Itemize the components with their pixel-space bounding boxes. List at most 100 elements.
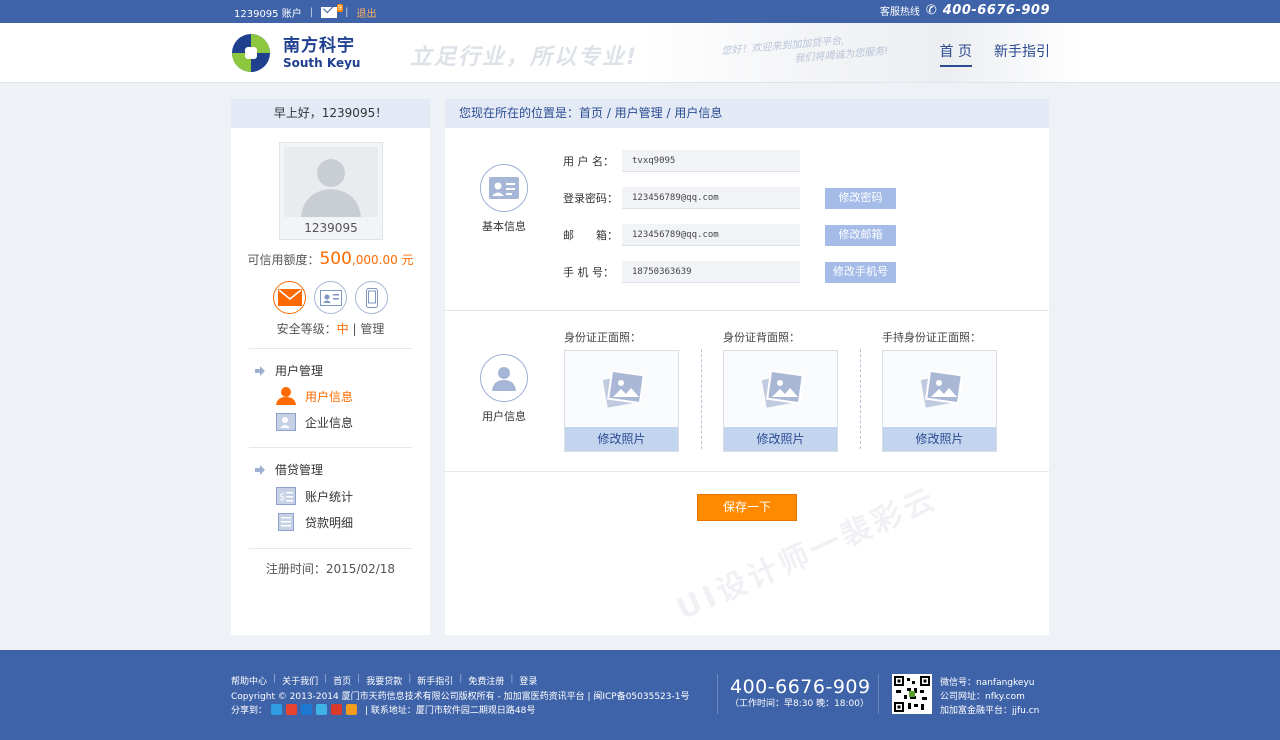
avatar-placeholder-icon [284, 147, 378, 217]
footer-link-help[interactable]: 帮助中心 [231, 674, 267, 687]
menu-group-user-management[interactable]: 用户管理 [255, 362, 323, 379]
top-bar-left: 1239095 账户 | 9 | 退出 [234, 4, 376, 20]
footer-link-home[interactable]: 首页 [333, 674, 351, 687]
user-icon [480, 354, 528, 402]
photo-upload-box[interactable]: 修改照片 [882, 350, 997, 452]
menu-item-account-stats[interactable]: $ 账户统计 [276, 487, 353, 505]
menu-item-label: 账户统计 [305, 489, 354, 504]
footer-link-guide[interactable]: 新手指引 [417, 674, 453, 687]
logo-chinese: 南方科宇 [283, 36, 355, 56]
mail-count-badge: 9 [336, 4, 344, 12]
nav-beginner-guide[interactable]: 新手指引 [994, 41, 1050, 67]
main-panel: 您现在所在的位置是：首页 / 用户管理 / 用户信息 基本信息 用 户 名： t… [445, 99, 1049, 635]
footer-divider [717, 674, 718, 714]
change-email-button[interactable]: 修改邮箱 [825, 224, 896, 246]
site-logo[interactable]: 南方科宇 South Keyu [231, 33, 360, 73]
share-tencent-icon[interactable] [316, 704, 328, 715]
menu-item-label: 贷款明细 [305, 515, 354, 530]
separator: | [345, 7, 349, 18]
id-hand-photo: 手持身份证正面照： 修改照片 [882, 329, 997, 452]
user-sidebar: 早上好，1239095！ 1239095 可信用额度：500,000.00 元 … [231, 99, 430, 635]
photo-upload-box[interactable]: 修改照片 [723, 350, 838, 452]
slogan: 立足行业，所以专业! [410, 45, 639, 70]
separator: | [309, 7, 314, 18]
share-qzone-icon[interactable] [271, 704, 283, 715]
wechat-id: 微信号：nanfangkeyu [940, 678, 1035, 688]
password-input[interactable]: 123456789@qq.com [622, 187, 800, 209]
site-footer: 帮助中心 | 关于我们 | 首页 | 我要贷款 | 新手指引 | 免费注册 | 登录 Cop… [0, 650, 1280, 740]
account-stats-icon: $ [276, 487, 296, 505]
share-renren-icon[interactable] [301, 704, 313, 715]
user-info-label: 用户信息 [482, 410, 526, 423]
menu-item-loan-details[interactable]: 贷款明细 [276, 513, 353, 531]
section-divider [445, 471, 1049, 472]
logo-english: South Keyu [283, 56, 361, 70]
separator: | [510, 674, 514, 684]
greeting: 早上好，1239095！ [231, 99, 430, 128]
mail-icon[interactable]: 9 [321, 4, 344, 18]
change-photo-button[interactable]: 修改照片 [724, 427, 837, 451]
save-button[interactable]: 保存一下 [697, 494, 797, 521]
security-manage-link[interactable]: 管理 [360, 322, 384, 336]
footer-links: 帮助中心 | 关于我们 | 首页 | 我要贷款 | 新手指引 | 免费注册 | 登录 [231, 674, 537, 687]
share-douban-icon[interactable] [331, 704, 343, 715]
avatar-username: 1239095 [304, 221, 358, 235]
separator: | [324, 674, 328, 684]
site-header: 南方科宇 South Keyu 立足行业，所以专业! 您好！欢迎来到加加贷平台,… [0, 23, 1280, 83]
avatar[interactable]: 1239095 [279, 142, 383, 240]
id-card-verify-icon[interactable] [314, 281, 347, 314]
section-divider [445, 310, 1049, 311]
field-label: 用 户 名： [563, 155, 614, 168]
arrow-right-icon [255, 365, 265, 376]
menu-group-label: 用户管理 [275, 364, 324, 378]
credit-amount-major: 500 [319, 249, 352, 269]
separator: | [408, 674, 412, 684]
change-photo-button[interactable]: 修改照片 [565, 427, 678, 451]
user-icon [276, 387, 296, 405]
footer-phone: 400-6676-909 [730, 676, 871, 698]
phone-verify-icon[interactable] [355, 281, 388, 314]
email-verify-icon[interactable] [273, 281, 306, 314]
security-sep: | [352, 322, 357, 336]
share-weibo-icon[interactable] [286, 704, 298, 715]
logo-text: 南方科宇 South Keyu [283, 36, 360, 70]
menu-group-label: 借贷管理 [275, 463, 324, 477]
id-card-icon [480, 164, 528, 212]
footer-link-login[interactable]: 登录 [519, 674, 537, 687]
security-icons [273, 281, 388, 314]
phone-input[interactable]: 18750363639 [622, 261, 800, 283]
footer-link-loan[interactable]: 我要贷款 [366, 674, 402, 687]
id-front-photo: 身份证正面照： 修改照片 [564, 329, 679, 452]
nav-home[interactable]: 首 页 [939, 41, 972, 67]
basic-info-section: 基本信息 [464, 164, 544, 234]
image-placeholder-icon [761, 369, 804, 408]
menu-item-user-info[interactable]: 用户信息 [276, 387, 353, 405]
photo-upload-box[interactable]: 修改照片 [564, 350, 679, 452]
field-label: 登录密码： [563, 192, 618, 205]
change-phone-button[interactable]: 修改手机号 [825, 261, 896, 283]
menu-item-company-info[interactable]: 企业信息 [276, 413, 353, 431]
company-website[interactable]: 公司网址：nfky.com [940, 690, 1039, 704]
footer-link-about[interactable]: 关于我们 [282, 674, 318, 687]
account-link[interactable]: 1239095 账户 [234, 5, 302, 20]
divider [249, 548, 412, 549]
credit-label: 可信用额度： [247, 253, 320, 267]
field-label: 邮 箱： [563, 229, 618, 242]
security-level-value: 中 [336, 322, 349, 336]
finance-platform[interactable]: 加加富金融平台：jjfu.cn [940, 704, 1039, 718]
id-back-photo: 身份证背面照： 修改照片 [723, 329, 838, 452]
separator: | [357, 674, 361, 684]
photo-title: 身份证背面照： [723, 331, 800, 344]
username-input[interactable]: tvxq9095 [622, 150, 800, 172]
security-level: 安全等级：中 | 管理 [231, 320, 430, 337]
hotline-label: 客服热线 [879, 7, 920, 18]
change-photo-button[interactable]: 修改照片 [883, 427, 996, 451]
email-input[interactable]: 123456789@qq.com [622, 224, 800, 246]
credit-amount-minor: ,000.00 元 [351, 253, 414, 267]
field-email: 邮 箱： 123456789@qq.com 修改邮箱 [563, 224, 896, 246]
logout-link[interactable]: 退出 [356, 5, 376, 20]
share-more-icon[interactable] [346, 704, 358, 715]
change-password-button[interactable]: 修改密码 [825, 187, 896, 209]
footer-link-register[interactable]: 免费注册 [468, 674, 504, 687]
menu-group-loan-management[interactable]: 借贷管理 [255, 461, 323, 478]
